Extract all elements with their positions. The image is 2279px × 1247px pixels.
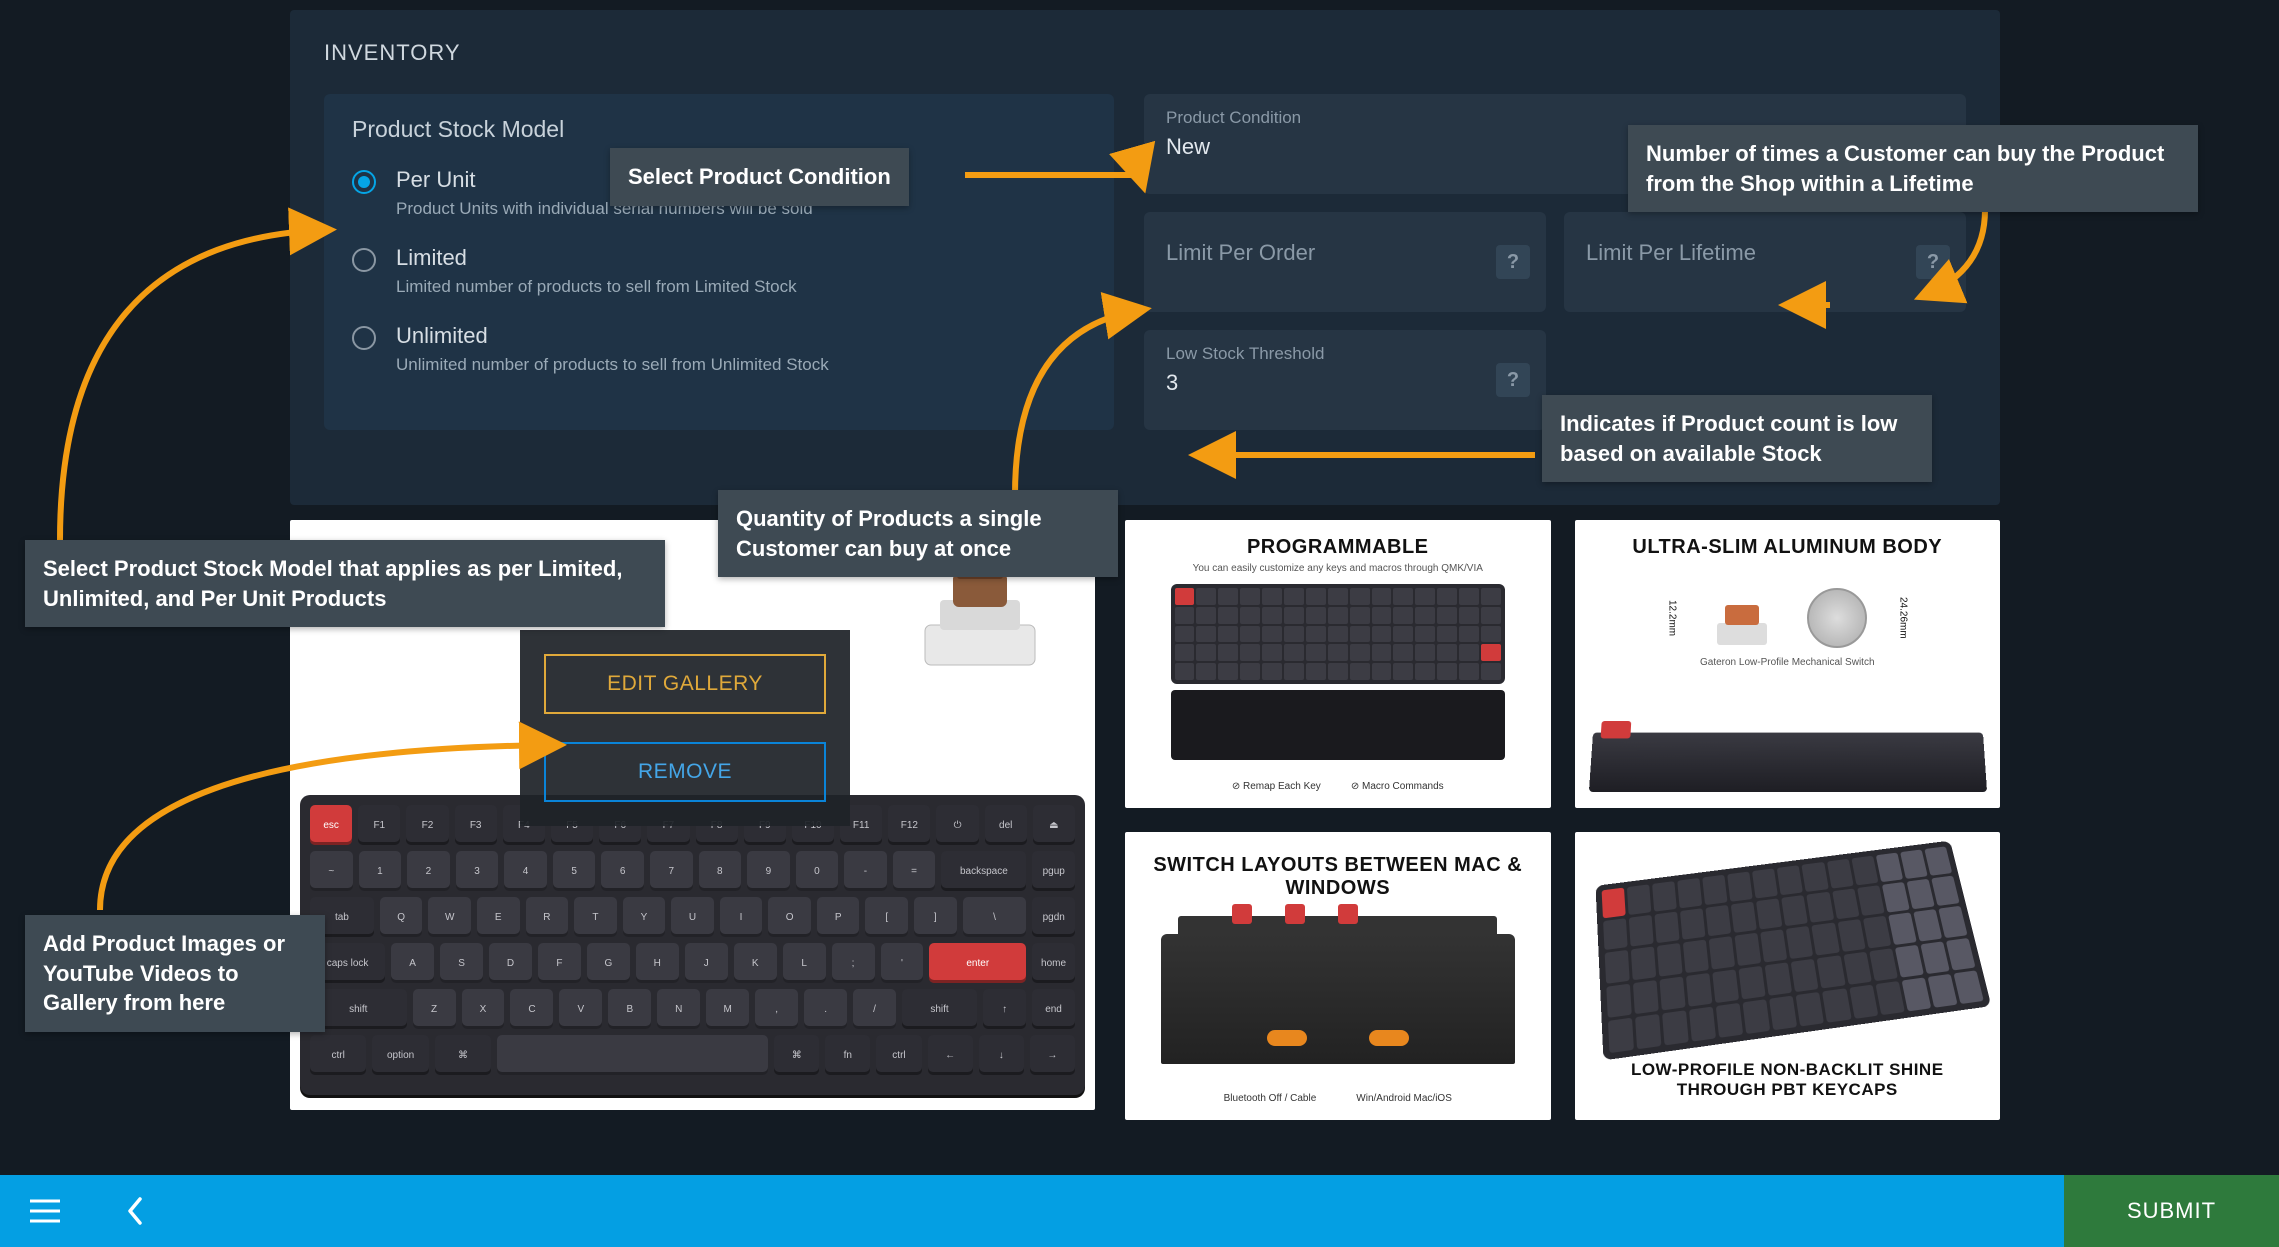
panel-title: INVENTORY bbox=[324, 40, 1966, 66]
menu-icon[interactable] bbox=[0, 1175, 90, 1247]
gallery-thumb-keycaps[interactable]: LOW-PROFILE NON-BACKLIT SHINE THROUGH PB… bbox=[1575, 832, 2001, 1120]
keyboard-side-illustration bbox=[1161, 934, 1515, 1064]
callout-per-order: Quantity of Products a single Customer c… bbox=[718, 490, 1118, 577]
remove-button[interactable]: REMOVE bbox=[544, 742, 826, 802]
thumb-dim-left: 12.2mm bbox=[1666, 600, 1677, 636]
radio-label: Limited bbox=[396, 245, 797, 271]
thumb-sub: You can easily customize any keys and ma… bbox=[1193, 563, 1483, 574]
low-stock-threshold-field[interactable]: Low Stock Threshold 3 ? bbox=[1144, 330, 1546, 430]
radio-label: Unlimited bbox=[396, 323, 829, 349]
stock-model-section: Product Stock Model Per Unit Product Uni… bbox=[324, 94, 1114, 430]
callout-stock-model: Select Product Stock Model that applies … bbox=[25, 540, 665, 627]
thumb-foot-left: Bluetooth Off / Cable bbox=[1224, 1093, 1317, 1104]
limit-per-order-field[interactable]: Limit Per Order ? bbox=[1144, 212, 1546, 312]
gallery-overlay: EDIT GALLERY REMOVE bbox=[520, 630, 850, 826]
keyboard-mini-illustration bbox=[1171, 584, 1505, 684]
gallery-thumb-ultraslim[interactable]: ULTRA-SLIM ALUMINUM BODY 12.2mm 24.26mm … bbox=[1575, 520, 2001, 808]
switch-mini-illustration bbox=[1707, 583, 1777, 653]
thumb-title: SWITCH LAYOUTS BETWEEN MAC & WINDOWS bbox=[1141, 854, 1535, 900]
field-label: Limit Per Order bbox=[1166, 240, 1524, 266]
callout-gallery: Add Product Images or YouTube Videos to … bbox=[25, 915, 325, 1032]
radio-desc: Unlimited number of products to sell fro… bbox=[396, 355, 829, 375]
bottom-bar: SUBMIT bbox=[0, 1175, 2279, 1247]
gallery-thumb-programmable[interactable]: PROGRAMMABLE You can easily customize an… bbox=[1125, 520, 1551, 808]
thumb-title: ULTRA-SLIM ALUMINUM BODY bbox=[1632, 536, 1942, 559]
keyboard-illustration: escF1F2F3F4F5F6F7F8F9F10F11F12⏻del⏏ ~123… bbox=[300, 795, 1085, 1095]
thumb-dim-right: 24.26mm bbox=[1897, 597, 1908, 639]
coin-illustration bbox=[1807, 588, 1867, 648]
help-icon[interactable]: ? bbox=[1916, 245, 1950, 279]
radio-icon bbox=[352, 326, 376, 350]
stock-model-heading: Product Stock Model bbox=[352, 116, 1086, 143]
gallery-thumb-switch-layouts[interactable]: SWITCH LAYOUTS BETWEEN MAC & WINDOWS Blu… bbox=[1125, 832, 1551, 1120]
callout-lifetime: Number of times a Customer can buy the P… bbox=[1628, 125, 2198, 212]
thumb-caption: Gateron Low-Profile Mechanical Switch bbox=[1700, 657, 1875, 668]
thumb-foot-right: Win/Android Mac/iOS bbox=[1356, 1093, 1452, 1104]
field-value: 3 bbox=[1166, 370, 1524, 396]
radio-unlimited[interactable]: Unlimited Unlimited number of products t… bbox=[352, 323, 1086, 375]
radio-icon bbox=[352, 248, 376, 272]
field-label: Low Stock Threshold bbox=[1166, 344, 1524, 364]
help-icon[interactable]: ? bbox=[1496, 245, 1530, 279]
thumb-title-bottom: LOW-PROFILE NON-BACKLIT SHINE THROUGH PB… bbox=[1591, 1060, 1985, 1100]
thumb-title: PROGRAMMABLE bbox=[1247, 536, 1429, 559]
radio-icon bbox=[352, 170, 376, 194]
thumb-foot-left: ⊘ Remap Each Key bbox=[1232, 781, 1321, 792]
callout-low-stock: Indicates if Product count is low based … bbox=[1542, 395, 1932, 482]
limit-per-lifetime-field[interactable]: Limit Per Lifetime ? bbox=[1564, 212, 1966, 312]
keyboard-angled-illustration bbox=[1596, 841, 1992, 1061]
edit-gallery-button[interactable]: EDIT GALLERY bbox=[544, 654, 826, 714]
help-icon[interactable]: ? bbox=[1496, 363, 1530, 397]
radio-limited[interactable]: Limited Limited number of products to se… bbox=[352, 245, 1086, 297]
submit-button[interactable]: SUBMIT bbox=[2064, 1175, 2279, 1247]
radio-desc: Limited number of products to sell from … bbox=[396, 277, 797, 297]
callout-select-condition: Select Product Condition bbox=[610, 148, 909, 206]
back-icon[interactable] bbox=[90, 1175, 180, 1247]
thumb-foot-right: ⊘ Macro Commands bbox=[1351, 781, 1444, 792]
field-label: Limit Per Lifetime bbox=[1586, 240, 1944, 266]
